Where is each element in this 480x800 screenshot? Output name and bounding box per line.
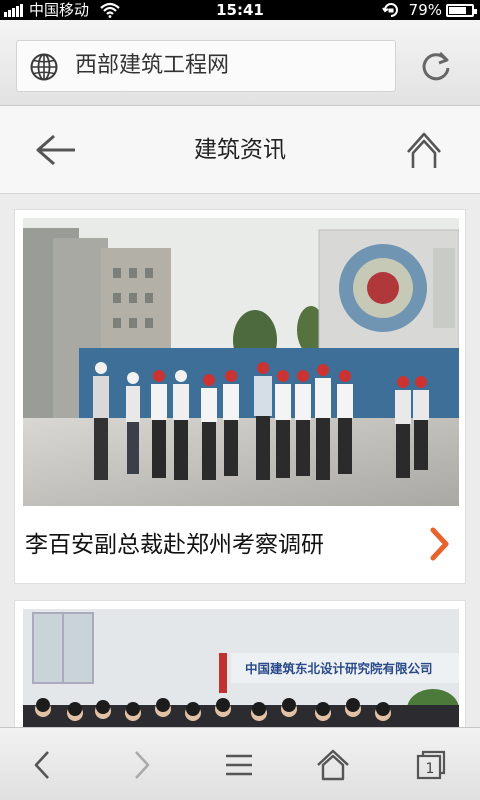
forward-icon[interactable] [124, 748, 158, 782]
home-icon[interactable] [316, 748, 350, 782]
browser-address-bar: 西部建筑工程网 [0, 20, 480, 106]
status-bar: 中国移动 15:41 79% [0, 0, 480, 20]
tab-count: 1 [425, 761, 435, 777]
battery-level [449, 6, 466, 14]
battery-percent: 79% [408, 1, 442, 19]
address-field[interactable]: 西部建筑工程网 [16, 40, 396, 92]
page-header: 建筑资讯 [0, 106, 480, 194]
sign-text: 中国建筑东北设计研究院有限公司 [245, 661, 433, 676]
back-icon[interactable] [26, 748, 60, 782]
news-title[interactable]: 李百安副总裁赴郑州考察调研 [25, 514, 324, 576]
reload-icon[interactable] [418, 48, 454, 84]
rotation-lock-icon [381, 3, 398, 17]
home-icon[interactable] [404, 128, 444, 172]
news-card[interactable]: 李百安副总裁赴郑州考察调研 [14, 209, 466, 584]
chevron-right-icon[interactable] [429, 526, 451, 562]
news-card[interactable]: 中国建筑东北设计研究院有限公司 [14, 600, 466, 740]
site-inspection-photo [23, 218, 459, 506]
battery-icon [446, 3, 477, 17]
browser-toolbar: 1 [0, 727, 480, 800]
address-text: 西部建筑工程网 [75, 53, 230, 78]
meeting-room-photo: 中国建筑东北设计研究院有限公司 [23, 609, 459, 739]
menu-icon[interactable] [222, 748, 256, 782]
globe-icon [30, 53, 58, 81]
